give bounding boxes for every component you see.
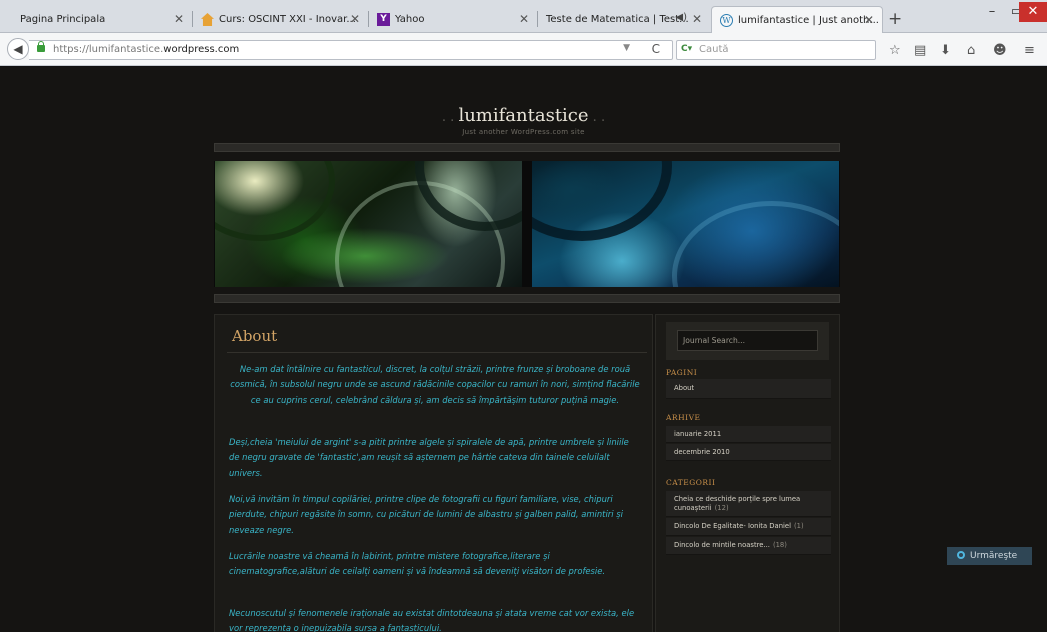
search-engine-icon[interactable]: C▾ (681, 44, 695, 56)
reload-icon[interactable]: C (652, 42, 660, 56)
tab-label: lumifantastice | Just anoth... (738, 14, 879, 26)
search-bar[interactable]: C▾ Caută (676, 40, 876, 60)
url-domain: wordpress.com (163, 44, 240, 55)
decor-strand (215, 161, 335, 241)
new-tab-button[interactable]: + (888, 9, 902, 29)
follow-button[interactable]: Urmăreşte (947, 547, 1032, 565)
bookmark-star-icon[interactable]: ☆ (889, 43, 901, 58)
tab-curs-oscint[interactable]: Curs: OSCINT XXI - Inovar... ✕ (193, 6, 368, 33)
categories-heading: Categorii (666, 478, 716, 487)
sidebar-item-category[interactable]: Dincolo De Egalitate- Ionita Daniel (1) (666, 518, 831, 536)
sidebar-item-archive[interactable]: decembrie 2010 (666, 444, 831, 461)
site-tagline: Just another WordPress.com site (462, 128, 585, 136)
title-dots-left: . . (441, 110, 459, 125)
minimize-button[interactable]: – (978, 2, 1006, 22)
category-count: (12) (714, 503, 729, 512)
close-icon[interactable]: ✕ (864, 13, 874, 27)
sidebar-item-archive[interactable]: ianuarie 2011 (666, 426, 831, 443)
site-title-text[interactable]: lumifantastice (458, 105, 588, 126)
sidebar-search-widget: Journal Search... (666, 322, 829, 360)
menu-icon[interactable]: ≡ (1024, 43, 1035, 58)
dropdown-arrow-icon[interactable]: ▼ (623, 43, 630, 53)
close-icon[interactable]: ✕ (174, 12, 184, 26)
tab-pagina-principala[interactable]: Pagina Principala ✕ (12, 6, 192, 33)
sidebar-item-about[interactable]: About (666, 379, 831, 399)
download-icon[interactable]: ⬇ (940, 43, 951, 58)
tab-yahoo[interactable]: Y Yahoo ✕ (369, 6, 537, 33)
sidebar-item-label[interactable]: Cheia ce deschide porțile spre lumea cun… (674, 495, 823, 513)
post-paragraph: Lucrările noastre vă cheamă în labirint,… (229, 551, 606, 577)
header-bar-top (214, 143, 840, 152)
close-window-button[interactable]: ✕ (1019, 2, 1047, 22)
divider (227, 352, 647, 353)
header-bar-bottom (214, 294, 840, 303)
tab-bar: Pagina Principala ✕ Curs: OSCINT XXI - I… (0, 0, 1047, 33)
post-paragraph: Deși,cheia 'meiului de argint' s-a pitit… (229, 437, 629, 478)
speaker-icon[interactable]: ◀) (675, 12, 687, 23)
sidebar-item-label[interactable]: Dincolo De Egalitate- Ionita Daniel (1) (674, 522, 804, 531)
sidebar-item-label[interactable]: ianuarie 2011 (674, 430, 721, 439)
pages-heading: Pagini (666, 368, 698, 377)
archive-heading: Arhive (666, 413, 701, 422)
close-icon[interactable]: ✕ (692, 12, 702, 26)
post-paragraph: Necunoscutul și fenomenele iraționale au… (229, 608, 635, 632)
tab-teste-matematica[interactable]: Teste de Matematica | Test... ◀) ✕ (538, 6, 710, 33)
chat-icon[interactable]: ☻ (993, 43, 1007, 58)
sidebar-item-label[interactable]: Dincolo de mintile noastre... (18) (674, 541, 787, 550)
post-paragraph: Noi,vă invităm în timpul copilăriei, pri… (229, 494, 623, 535)
tab-label: Teste de Matematica | Test... (546, 14, 689, 25)
url-text: https://lumifantastice.wordpress.com (53, 44, 239, 55)
category-name[interactable]: Dincolo De Egalitate- Ionita Daniel (674, 522, 791, 530)
decor-strand (672, 201, 839, 287)
yahoo-icon: Y (377, 13, 390, 26)
sidebar-item-label[interactable]: About (674, 384, 694, 393)
back-button[interactable]: ◀ (7, 38, 29, 60)
sidebar-item-category[interactable]: Cheia ce deschide porțile spre lumea cun… (666, 491, 831, 517)
tab-label: Curs: OSCINT XXI - Inovar... (219, 14, 356, 25)
category-count: (1) (793, 522, 804, 530)
post-title[interactable]: About (232, 327, 277, 345)
decor-strand (532, 161, 672, 241)
arrow-left-icon: ◀ (13, 42, 23, 56)
title-dots-right: . . (588, 110, 606, 125)
sidebar-item-label[interactable]: decembrie 2010 (674, 448, 730, 457)
tab-lumifantastice[interactable]: W lumifantastice | Just anoth... ✕ (711, 6, 883, 33)
wordpress-icon: W (720, 13, 733, 27)
category-name[interactable]: Cheia ce deschide porțile spre lumea cun… (674, 495, 800, 512)
url-bar[interactable]: https://lumifantastice.wordpress.com ▼ C (29, 40, 673, 60)
journal-search-input[interactable]: Journal Search... (677, 330, 818, 351)
header-image (214, 161, 840, 287)
sidebar: Journal Search... Pagini About Arhive ia… (655, 314, 840, 632)
follow-label[interactable]: Urmăreşte (970, 551, 1017, 561)
site-title[interactable]: . . lumifantastice . . (0, 105, 1047, 126)
sidebar-item-category[interactable]: Dincolo de mintile noastre... (18) (666, 537, 831, 555)
header-image-green (215, 161, 522, 287)
header-image-blue (532, 161, 839, 287)
follow-icon (957, 551, 965, 559)
course-icon (201, 13, 214, 26)
close-icon[interactable]: ✕ (519, 12, 529, 26)
tab-label: Pagina Principala (20, 14, 106, 25)
search-placeholder: Caută (699, 44, 729, 55)
category-count: (18) (772, 541, 787, 549)
bookmarks-list-icon[interactable]: ▤ (914, 43, 926, 58)
close-icon[interactable]: ✕ (350, 12, 360, 26)
post-paragraph: Ne-am dat întâlnire cu fantasticul, disc… (230, 364, 640, 405)
navigation-bar: ◀ https://lumifantastice.wordpress.com ▼… (0, 33, 1047, 66)
tab-label: Yahoo (395, 14, 425, 25)
main-content: About Ne-am dat întâlnire cu fantasticul… (214, 314, 653, 632)
web-page: . . lumifantastice . . Just another Word… (0, 67, 1047, 632)
category-name[interactable]: Dincolo de mintile noastre... (674, 541, 770, 549)
lock-icon (37, 41, 45, 52)
url-prefix: https://lumifantastice. (53, 44, 164, 55)
home-icon[interactable]: ⌂ (967, 43, 975, 58)
